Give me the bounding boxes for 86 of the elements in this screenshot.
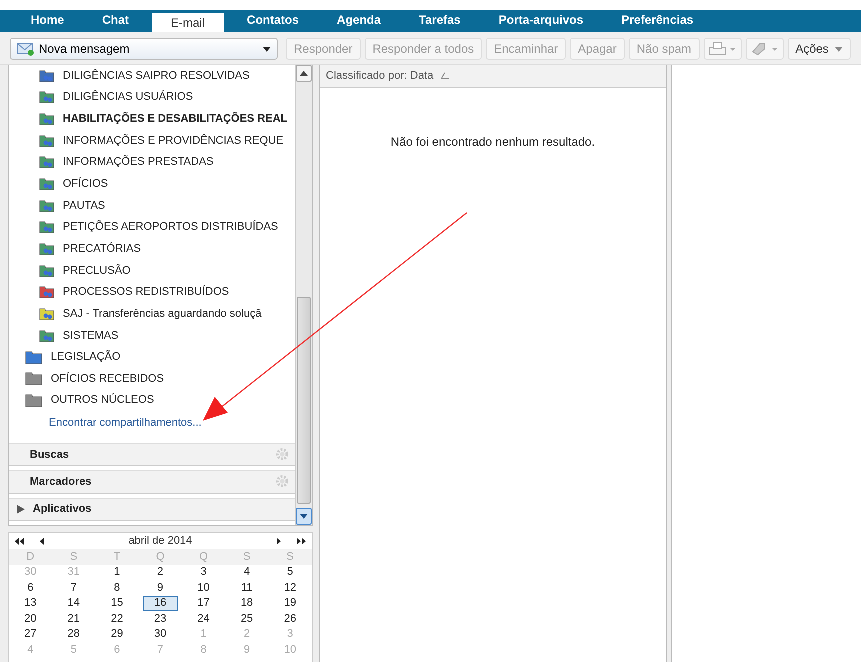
weekday-label: D: [26, 550, 36, 563]
weekday-label: Q: [155, 550, 166, 563]
calendar-day[interactable]: 27: [9, 628, 52, 640]
shared-folder-item[interactable]: PAUTAS: [9, 194, 295, 216]
calendar-day[interactable]: 17: [182, 597, 226, 610]
calendar-day[interactable]: 30: [138, 628, 182, 640]
calendar-day[interactable]: 1: [96, 566, 139, 578]
calendar-day[interactable]: 12: [268, 582, 312, 594]
folder-item[interactable]: LEGISLAÇÃO: [9, 346, 295, 368]
calendar-day[interactable]: 9: [138, 582, 182, 594]
app-tab[interactable]: Contatos: [228, 10, 318, 32]
calendar-day[interactable]: 16: [142, 596, 178, 611]
section-header[interactable]: Buscas: [9, 442, 295, 466]
calendar-day[interactable]: 22: [96, 612, 139, 625]
app-tab[interactable]: Chat: [83, 10, 148, 32]
scrollbar[interactable]: [295, 65, 312, 525]
weekday-label: T: [112, 550, 122, 563]
weekday-label: S: [242, 550, 252, 563]
scrollbar-thumb[interactable]: [297, 297, 311, 504]
scroll-down-button[interactable]: [296, 508, 312, 525]
calendar-day[interactable]: 11: [225, 582, 269, 594]
app-tab[interactable]: Porta-arquivos: [480, 10, 603, 32]
find-shares-link[interactable]: Encontrar compartilhamentos...: [9, 411, 295, 430]
calendar-day[interactable]: 3: [182, 566, 226, 578]
next-month-icon[interactable]: [277, 538, 281, 544]
shared-folder-item[interactable]: OFÍCIOS: [9, 173, 295, 195]
shared-folder-item[interactable]: PRECATÓRIAS: [9, 238, 295, 260]
shared-folder-item[interactable]: HABILITAÇÕES E DESABILITAÇÕES REAL: [9, 108, 295, 130]
shared-folder-item[interactable]: PROCESSOS REDISTRIBUÍDOS: [9, 281, 295, 304]
section-header[interactable]: Marcadores: [9, 470, 295, 494]
scroll-up-button[interactable]: [296, 65, 312, 82]
app-tab[interactable]: Home: [12, 10, 84, 32]
weekday-label: S: [69, 550, 79, 563]
calendar-day[interactable]: 19: [268, 597, 312, 610]
calendar-day[interactable]: 15: [96, 597, 139, 610]
calendar-day[interactable]: 23: [138, 612, 182, 625]
envelope-icon: [17, 42, 35, 56]
caret-icon: [263, 46, 271, 52]
weekday-label: S: [286, 550, 296, 563]
calendar-day[interactable]: 6: [9, 582, 52, 594]
expand-icon: [17, 504, 25, 514]
toolbar-button[interactable]: Ações: [788, 38, 851, 60]
shared-folder-item[interactable]: DILIGÊNCIAS USUÁRIOS: [9, 86, 295, 108]
folder-item[interactable]: OUTROS NÚCLEOS: [9, 390, 295, 412]
calendar-day[interactable]: 7: [52, 582, 96, 594]
calendar-day[interactable]: 24: [182, 612, 226, 625]
weekday-label: Q: [198, 550, 210, 563]
calendar-day[interactable]: 25: [225, 612, 269, 625]
calendar-day[interactable]: 20: [9, 612, 52, 625]
arrow-down-icon: [300, 514, 308, 519]
shared-folder-item[interactable]: PETIÇÕES AEROPORTOS DISTRIBUÍDAS: [9, 216, 295, 238]
calendar-day[interactable]: 5: [268, 566, 312, 578]
app-tab[interactable]: Agenda: [318, 10, 400, 32]
calendar-day[interactable]: 21: [52, 612, 96, 625]
calendar-day[interactable]: 14: [52, 597, 96, 610]
calendar-day[interactable]: 26: [268, 612, 312, 625]
tag-icon: [750, 42, 779, 56]
shared-folder-item[interactable]: PRECLUSÃO: [9, 260, 295, 282]
calendar-month: abril de 2014: [128, 535, 194, 547]
sort-icon: [440, 72, 450, 80]
shared-folder-item[interactable]: SISTEMAS: [9, 324, 295, 346]
shared-folder-item[interactable]: SAJ - Transferências aguardando soluçã: [9, 303, 295, 325]
shared-folder-item[interactable]: INFORMAÇÕES E PROVIDÊNCIAS REQUE: [9, 130, 295, 152]
folder-item[interactable]: OFÍCIOS RECEBIDOS: [9, 368, 295, 390]
shared-folder-item[interactable]: DILIGÊNCIAS SAIPRO RESOLVIDAS: [9, 65, 295, 87]
next-year-icon[interactable]: [297, 538, 306, 544]
calendar-day[interactable]: 13: [9, 597, 52, 610]
calendar-day[interactable]: 8: [96, 582, 139, 594]
calendar-day[interactable]: 10: [182, 582, 226, 594]
new-message-button[interactable]: Nova mensagem: [10, 38, 278, 60]
app-tab[interactable]: E-mail: [152, 13, 224, 32]
calendar-day[interactable]: 28: [52, 628, 96, 640]
calendar-day[interactable]: 2: [138, 566, 182, 578]
calendar-day[interactable]: 29: [96, 628, 139, 640]
empty-message: Não foi encontrado nenhum resultado.: [390, 135, 596, 149]
section-header[interactable]: Aplicativos: [9, 498, 295, 521]
app-tab[interactable]: Preferências: [602, 10, 713, 32]
calendar-day[interactable]: 18: [225, 597, 269, 610]
app-tab[interactable]: Tarefas: [400, 10, 480, 32]
printer-icon: [708, 42, 737, 56]
shared-folder-item[interactable]: INFORMAÇÕES PRESTADAS: [9, 152, 295, 174]
arrow-up-icon: [300, 71, 308, 76]
calendar-day[interactable]: 4: [225, 566, 269, 578]
previous-year-icon[interactable]: [15, 538, 24, 544]
previous-month-icon[interactable]: [40, 538, 44, 544]
sort-header[interactable]: Classificado por: Data: [320, 65, 666, 88]
